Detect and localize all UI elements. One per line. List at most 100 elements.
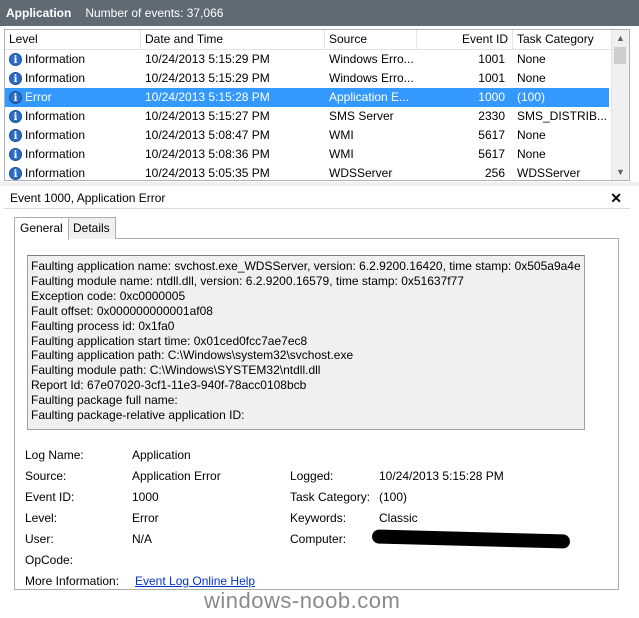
source-cell: WDSServer [329,166,393,180]
description-line: Faulting application start time: 0x01ced… [31,333,308,348]
more-information-label: More Information: [25,574,120,588]
event-id-cell: 256 [484,166,505,180]
information-icon: i [9,148,22,161]
task-category-cell: None [517,128,546,142]
level-cell: i Information [9,50,141,69]
event-id-cell: 1001 [478,52,505,66]
event-id-label: Event ID: [25,490,75,504]
date-time-cell: 10/24/2013 5:15:29 PM [145,52,270,66]
event-list[interactable]: Level Date and Time Source Event ID Task… [4,29,630,181]
log-name-title: Application [6,6,72,20]
source-cell: Windows Erro... [329,71,414,85]
task-category-cell: (100) [517,90,546,104]
keywords-value: Classic [379,511,418,525]
table-row[interactable]: i Information 10/24/2013 5:05:35 PM WDSServ… [5,164,609,180]
logged-label: Logged: [290,469,334,483]
task-category-cell: SMS_DISTRIB... [517,109,608,123]
event-id-cell: 2330 [478,109,505,123]
event-list-header: Level Date and Time Source Event ID Task… [5,30,613,50]
table-row[interactable]: i Information 10/24/2013 5:15:29 PM Windows… [5,69,609,88]
event-detail-header: Event 1000, Application Error ✕ [4,187,630,209]
source-cell: Application E... [329,90,410,104]
description-line: Faulting package full name: [31,393,178,408]
information-icon: i [9,129,22,142]
scroll-up-icon[interactable]: ▲ [612,30,629,46]
level-text: Information [25,166,86,180]
source-cell: Windows Erro... [329,52,414,66]
information-icon: i [9,167,22,180]
task-category-cell: None [517,52,546,66]
event-description[interactable]: Faulting application name: svchost.exe_W… [27,255,585,430]
information-icon: i [9,72,22,85]
column-header-date-time[interactable]: Date and Time [141,30,325,49]
task-category-label: Task Category: [290,490,371,504]
logged-value: 10/24/2013 5:15:28 PM [379,469,504,483]
tab-general[interactable]: General [14,217,69,240]
level-cell: i Information [9,126,141,145]
event-count: Number of events: 37,066 [85,6,224,20]
event-log-online-help-link[interactable]: Event Log Online Help [135,574,255,588]
column-header-source[interactable]: Source [325,30,417,49]
level-text: Error [25,90,52,104]
level-cell: i Information [9,69,141,88]
description-line: Faulting application name: svchost.exe_W… [31,259,581,273]
table-row[interactable]: i Information 10/24/2013 5:08:47 PM WMI 5617… [5,126,609,145]
event-id-cell: 1001 [478,71,505,85]
description-line: Fault offset: 0x000000000001af08 [31,303,213,318]
description-line: Faulting application path: C:\Windows\sy… [31,348,354,363]
date-time-cell: 10/24/2013 5:15:29 PM [145,71,270,85]
user-label: User: [25,532,54,546]
opcode-label: OpCode: [25,553,74,567]
table-row[interactable]: i Error 10/24/2013 5:15:28 PM Application E… [5,88,609,107]
level-value: Error [132,511,159,525]
user-value: N/A [132,532,153,546]
window-title-bar: Application Number of events: 37,066 [0,0,639,26]
level-text: Information [25,147,86,161]
date-time-cell: 10/24/2013 5:05:35 PM [145,166,270,180]
scrollbar-thumb[interactable] [614,47,626,64]
level-cell: i Information [9,107,141,126]
information-icon: i [9,53,22,66]
description-line: Faulting process id: 0x1fa0 [31,318,175,333]
tab-details[interactable]: Details [67,217,116,239]
source-cell: SMS Server [329,109,394,123]
level-text: Information [25,52,86,66]
information-icon: i [9,91,22,104]
keywords-label: Keywords: [290,511,347,525]
event-detail-title: Event 1000, Application Error [10,191,166,205]
pane-splitter[interactable] [0,182,639,186]
level-text: Information [25,71,86,85]
description-line: Faulting module path: C:\Windows\SYSTEM3… [31,363,321,378]
level-text: Information [25,128,86,142]
task-category-cell: None [517,71,546,85]
date-time-cell: 10/24/2013 5:08:47 PM [145,128,270,142]
level-text: Information [25,109,86,123]
table-row[interactable]: i Information 10/24/2013 5:15:29 PM Windows… [5,50,609,69]
event-id-cell: 5617 [478,128,505,142]
description-line: Report Id: 67e07020-3cf1-11e3-940f-78acc… [31,378,307,393]
table-row[interactable]: i Information 10/24/2013 5:15:27 PM SMS Ser… [5,107,609,126]
date-time-cell: 10/24/2013 5:08:36 PM [145,147,270,161]
date-time-cell: 10/24/2013 5:15:28 PM [145,90,270,104]
column-header-event-id[interactable]: Event ID [417,30,513,49]
event-id-value: 1000 [132,490,159,504]
close-icon[interactable]: ✕ [610,187,622,209]
level-cell: i Information [9,164,141,180]
column-header-task-category[interactable]: Task Category [513,30,613,49]
vertical-scrollbar[interactable]: ▲ ▼ [611,30,629,180]
level-cell: i Error [9,88,141,107]
source-label: Source: [25,469,67,483]
watermark: windows-noob.com [204,588,401,613]
task-category-value: (100) [379,490,408,504]
table-row[interactable]: i Information 10/24/2013 5:08:36 PM WMI 5617… [5,145,609,164]
event-id-cell: 1000 [478,90,505,104]
source-cell: WMI [329,128,354,142]
description-line: Faulting module name: ntdll.dll, version… [31,273,464,288]
scroll-down-icon[interactable]: ▼ [612,164,629,180]
source-value: Application Error [132,469,221,483]
level-cell: i Information [9,145,141,164]
description-line: Exception code: 0xc0000005 [31,288,186,303]
task-category-cell: WDSServer [517,166,581,180]
column-header-level[interactable]: Level [5,30,141,49]
log-name-value: Application [132,448,191,462]
